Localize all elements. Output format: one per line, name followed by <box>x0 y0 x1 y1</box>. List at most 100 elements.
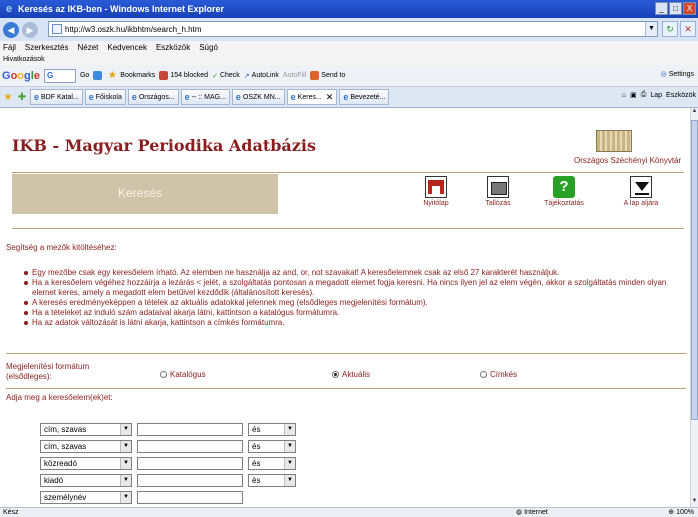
security-zone: ◍ Internet <box>516 508 548 517</box>
pagerank-icon <box>93 71 103 80</box>
forward-button[interactable]: ▶ <box>22 21 38 38</box>
globe-icon: ◍ <box>516 509 523 516</box>
tab-2[interactable]: e Országos... <box>127 89 179 105</box>
browse-icon <box>487 176 509 198</box>
search-term-input[interactable] <box>137 491 243 504</box>
menu-help[interactable]: Súgó <box>199 43 218 52</box>
tab-4[interactable]: e OSZK MN... <box>231 89 285 105</box>
close-button[interactable]: X <box>683 2 696 15</box>
nav-page-bottom[interactable]: A lap aljára <box>610 176 672 207</box>
command-bar: ⌂ ▣ ⎙ Lap Eszközök <box>622 91 696 99</box>
autolink-button[interactable]: ↗ AutoLink <box>244 72 279 80</box>
zoom-button[interactable]: ⊕ 100% <box>668 508 694 516</box>
page-content: IKB - Magyar Periodika Adatbázis Országo… <box>0 108 690 507</box>
search-term-input[interactable] <box>137 457 243 470</box>
divider <box>6 353 686 354</box>
ie-tab-icon: e <box>290 92 296 102</box>
print-icon[interactable]: ⎙ <box>641 91 647 99</box>
zoom-icon: ⊕ <box>668 509 677 516</box>
menu-favorites[interactable]: Kedvencek <box>107 43 147 52</box>
autofill-button[interactable]: AutoFill <box>283 72 306 79</box>
page-title: IKB - Magyar Periodika Adatbázis <box>12 136 316 155</box>
close-tab-icon[interactable]: ✕ <box>326 92 334 103</box>
tab-3[interactable]: e -- :: MAG... <box>180 89 230 105</box>
page-menu-button[interactable]: Lap <box>650 92 662 99</box>
refresh-icon[interactable]: ↻ <box>662 21 678 37</box>
google-logo: Google <box>2 69 40 82</box>
oszk-building-logo[interactable] <box>596 130 632 152</box>
ie-tab-icon: e <box>184 92 190 102</box>
blocker-icon <box>159 71 169 80</box>
google-toolbar: Google G Go ★ Bookmarks 154 blocked ✓ Chec… <box>0 65 698 87</box>
tools-menu-button[interactable]: Eszközök <box>666 92 696 99</box>
back-button[interactable]: ◀ <box>3 21 19 38</box>
format-catalog-radio[interactable]: Katalógus <box>160 370 206 379</box>
menu-edit[interactable]: Szerkesztés <box>25 43 69 52</box>
help-item: Ha a tételeket az induló szám adataival … <box>24 308 674 318</box>
url-dropdown-button[interactable]: ▼ <box>645 22 657 36</box>
tab-active[interactable]: e Keres... ✕ <box>286 89 338 105</box>
maximize-button[interactable]: □ <box>669 2 682 15</box>
field-select[interactable]: közreadó ▼ <box>40 457 132 470</box>
chevron-down-icon: ▼ <box>120 492 131 503</box>
search-term-input[interactable] <box>137 440 243 453</box>
search-term-input[interactable] <box>137 423 243 436</box>
feeds-icon[interactable]: ▣ <box>630 91 637 99</box>
bookmarks-button[interactable]: ★ Bookmarks <box>106 70 156 81</box>
window-titlebar: e Keresés az IKB-ben - Windows Internet … <box>0 0 698 18</box>
chevron-down-icon: ▼ <box>284 441 295 452</box>
chevron-down-icon: ▼ <box>120 475 131 486</box>
status-bar: Kész ◍ Internet ⊕ 100% <box>0 507 698 517</box>
nav-home[interactable]: Nyitólap <box>416 176 456 207</box>
help-item: Ha az adatok változását is látni akarja,… <box>24 318 674 328</box>
menu-view[interactable]: Nézet <box>77 43 98 52</box>
operator-select[interactable]: és ▼ <box>248 457 296 470</box>
favorites-star-icon[interactable]: ★ <box>2 92 14 103</box>
minimize-button[interactable]: _ <box>655 2 668 15</box>
nav-browse[interactable]: Tallózás <box>478 176 518 207</box>
operator-select[interactable]: és ▼ <box>248 474 296 487</box>
links-toolbar[interactable]: Hivatkozások <box>0 54 698 65</box>
ie-tab-icon: e <box>131 92 137 102</box>
divider <box>12 228 684 229</box>
settings-icon: ◎ <box>660 71 667 78</box>
menu-tools[interactable]: Eszközök <box>156 43 190 52</box>
ie-tab-icon: e <box>343 92 349 102</box>
field-select[interactable]: kiadó ▼ <box>40 474 132 487</box>
query-row: cím, szavas ▼ és ▼ <box>40 423 296 436</box>
operator-select[interactable]: és ▼ <box>248 423 296 436</box>
home-icon <box>425 176 447 198</box>
url-field[interactable]: http://w3.oszk.hu/ikbhtm/search_h.htm ▼ <box>48 21 658 37</box>
tab-6[interactable]: e Bevezeté... <box>339 89 390 105</box>
home-icon[interactable]: ⌂ <box>622 92 626 99</box>
vertical-scrollbar[interactable]: ▲ ▼ <box>690 108 698 507</box>
field-select[interactable]: cím, szavas ▼ <box>40 440 132 453</box>
help-item: Ha a keresőelem végéhez hozzáírja a lezá… <box>24 278 674 298</box>
window-controls: _ □ X <box>655 2 696 15</box>
operator-select[interactable]: és ▼ <box>248 440 296 453</box>
menu-file[interactable]: Fájl <box>3 43 16 52</box>
tab-1[interactable]: e Főiskola <box>84 89 126 105</box>
sendto-button[interactable]: Send to <box>310 71 345 80</box>
tab-0[interactable]: e BDF Katal... <box>30 89 83 105</box>
section-banner: Keresés <box>12 174 278 214</box>
ie-logo-icon: e <box>5 3 13 15</box>
google-settings-button[interactable]: ◎ Settings <box>660 70 694 79</box>
format-current-radio[interactable]: Aktuális <box>332 370 370 379</box>
add-favorite-icon[interactable]: ✚ <box>16 92 28 103</box>
popup-blocker-button[interactable]: 154 blocked <box>159 71 208 80</box>
google-search-input[interactable]: G <box>43 68 76 83</box>
google-go-button[interactable]: Go <box>80 72 89 79</box>
field-select[interactable]: személynév ▼ <box>40 491 132 504</box>
stop-icon[interactable]: ✕ <box>680 21 696 37</box>
search-term-input[interactable] <box>137 474 243 487</box>
scrollbar-thumb[interactable] <box>691 120 698 420</box>
format-labelled-radio[interactable]: Címkés <box>480 370 517 379</box>
radio-icon <box>480 371 487 378</box>
nav-info[interactable]: ? Tájékoztatás <box>535 176 593 207</box>
scroll-down-icon[interactable]: ▼ <box>691 498 698 507</box>
query-row: személynév ▼ <box>40 491 243 504</box>
scroll-up-icon[interactable]: ▲ <box>691 108 698 117</box>
field-select[interactable]: cím, szavas ▼ <box>40 423 132 436</box>
spellcheck-button[interactable]: ✓ Check <box>212 72 240 80</box>
